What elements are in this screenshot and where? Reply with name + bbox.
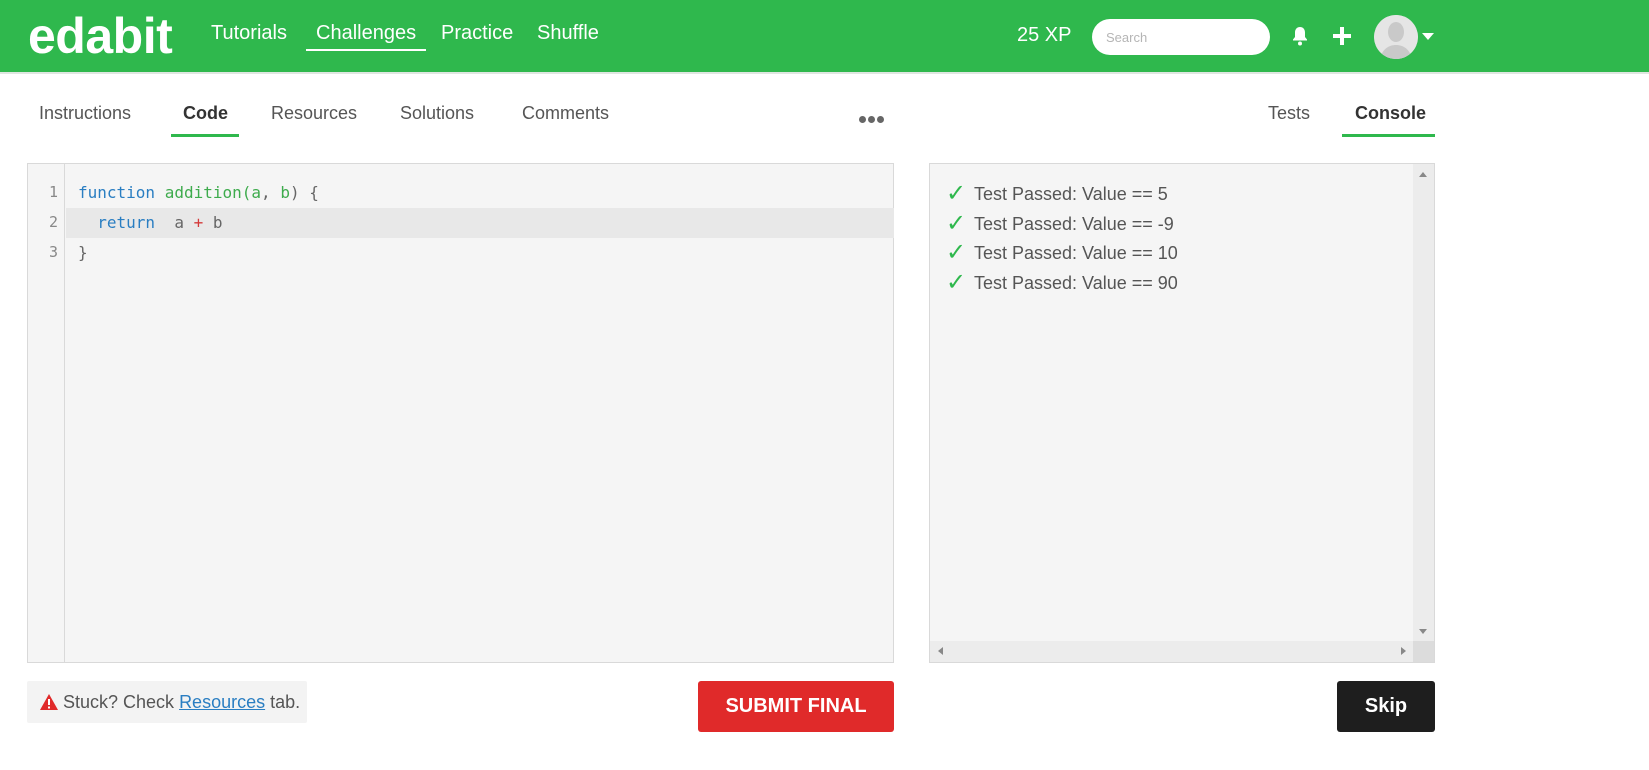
nav-practice[interactable]: Practice <box>441 22 513 45</box>
console-result: ✓ Test Passed: Value == -9 <box>946 210 1174 238</box>
paren-brace: ) { <box>289 183 319 202</box>
keyword: return <box>97 213 156 232</box>
operand-b: b <box>212 213 223 232</box>
tab-console-underline <box>1342 134 1435 137</box>
check-icon: ✓ <box>946 210 967 237</box>
scroll-down-icon[interactable] <box>1419 629 1427 634</box>
result-text: Test Passed: Value == 10 <box>974 243 1178 263</box>
horizontal-scrollbar[interactable] <box>930 641 1414 662</box>
bell-icon[interactable] <box>1288 24 1312 48</box>
scrollbar-corner <box>1413 641 1434 662</box>
plus-icon[interactable] <box>1330 24 1354 48</box>
paren: ( <box>241 183 252 202</box>
tab-comments[interactable]: Comments <box>522 103 609 137</box>
comma: , <box>261 183 281 202</box>
scroll-right-icon[interactable] <box>1401 647 1406 655</box>
tab-tests[interactable]: Tests <box>1268 103 1310 137</box>
tab-code-underline <box>171 134 239 137</box>
search-input[interactable] <box>1092 19 1270 55</box>
submit-final-button[interactable]: SUBMIT FINAL <box>698 681 894 732</box>
operand-a: a <box>174 213 184 232</box>
more-options-icon[interactable] <box>859 110 886 128</box>
line-number-gutter: 1 2 3 <box>28 164 65 662</box>
stuck-suffix: tab. <box>265 692 301 712</box>
vertical-scrollbar[interactable] <box>1413 164 1434 642</box>
check-icon: ✓ <box>946 239 967 266</box>
operator: + <box>193 213 204 232</box>
function-name: addition <box>164 183 242 202</box>
tab-solutions[interactable]: Solutions <box>400 103 474 137</box>
scroll-up-icon[interactable] <box>1419 172 1427 177</box>
tab-resources[interactable]: Resources <box>271 103 357 137</box>
code-line-highlighted[interactable]: return a + b <box>66 208 894 238</box>
code-line[interactable]: function addition(a, b) { <box>66 178 894 208</box>
check-icon: ✓ <box>946 180 967 207</box>
console-result: ✓ Test Passed: Value == 90 <box>946 269 1178 297</box>
param-b: b <box>280 183 290 202</box>
console-result: ✓ Test Passed: Value == 10 <box>946 239 1178 267</box>
warning-icon <box>39 684 59 726</box>
stuck-prefix: Stuck? Check <box>63 692 180 712</box>
tab-instructions[interactable]: Instructions <box>39 103 131 137</box>
check-icon: ✓ <box>946 269 967 296</box>
keyword: function <box>78 183 156 202</box>
tab-code[interactable]: Code <box>183 103 228 137</box>
xp-counter: 25 XP <box>1017 24 1072 46</box>
tab-console[interactable]: Console <box>1355 103 1426 137</box>
code-line[interactable]: } <box>66 238 894 268</box>
param-a: a <box>251 183 262 202</box>
result-text: Test Passed: Value == 5 <box>974 184 1168 204</box>
chevron-down-icon[interactable] <box>1422 33 1434 40</box>
nav-tutorials[interactable]: Tutorials <box>211 22 287 45</box>
code-editor[interactable]: 1 2 3 function addition(a, b) { return a… <box>27 163 894 663</box>
top-navbar: edabit Tutorials Challenges Practice Shu… <box>0 0 1649 74</box>
stuck-hint: Stuck? Check Resources tab. <box>27 681 307 723</box>
result-text: Test Passed: Value == 90 <box>974 273 1178 293</box>
console-result: ✓ Test Passed: Value == 5 <box>946 180 1168 208</box>
console-panel: ✓ Test Passed: Value == 5 ✓ Test Passed: V… <box>929 163 1435 663</box>
line-number: 1 <box>48 183 58 201</box>
scroll-left-icon[interactable] <box>938 647 943 655</box>
result-text: Test Passed: Value == -9 <box>974 214 1174 234</box>
avatar[interactable] <box>1374 15 1418 59</box>
resources-link[interactable]: Resources <box>179 692 265 712</box>
closing-brace: } <box>78 243 88 262</box>
line-number: 2 <box>48 213 58 231</box>
edabit-logo[interactable]: edabit <box>28 7 173 65</box>
nav-shuffle[interactable]: Shuffle <box>537 22 599 45</box>
nav-challenges[interactable]: Challenges <box>306 22 427 51</box>
line-number: 3 <box>48 243 58 261</box>
skip-button[interactable]: Skip <box>1337 681 1435 732</box>
